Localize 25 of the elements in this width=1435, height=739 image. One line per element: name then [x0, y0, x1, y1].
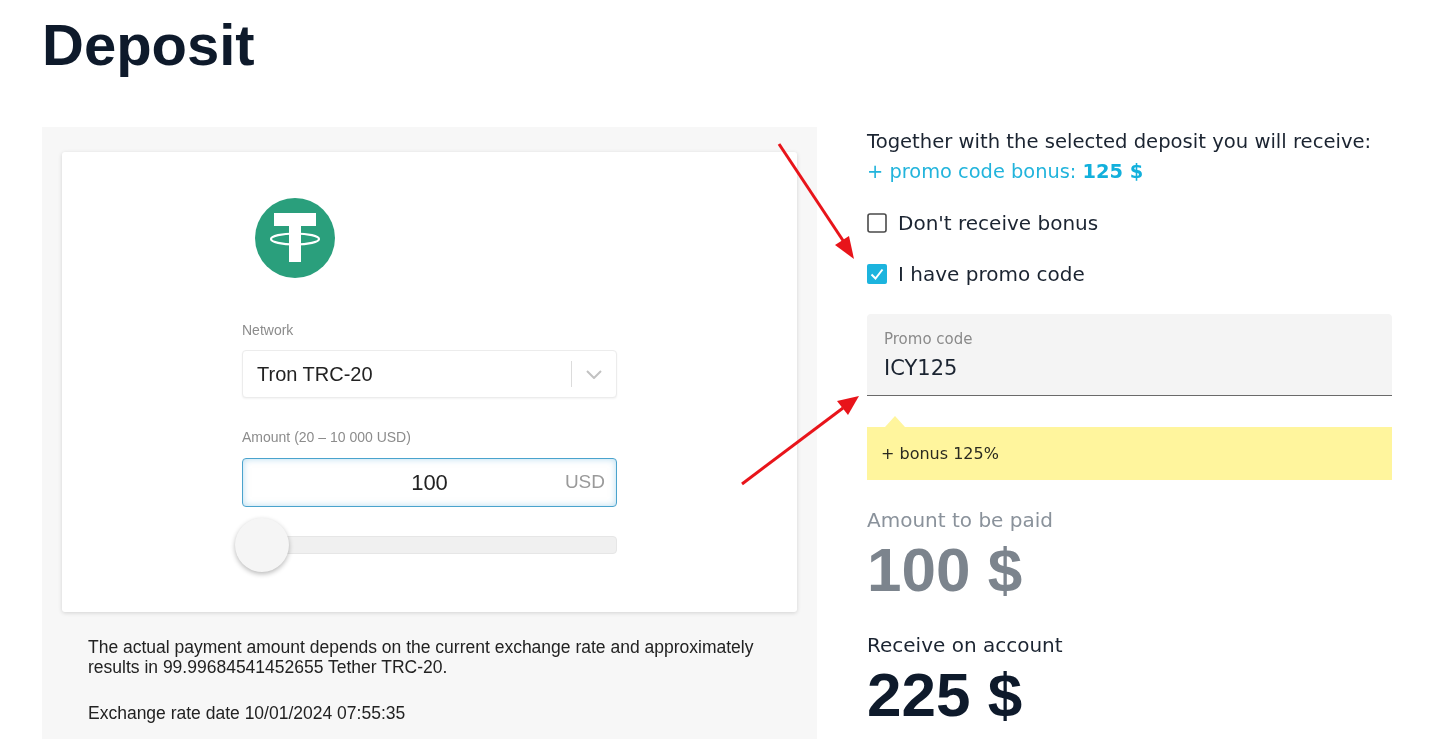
promo-code-field[interactable]: Promo code ICY125 — [867, 314, 1392, 396]
rate-note: The actual payment amount depends on the current exchange rate and approximately results in 99.99684541452655 Tether TRC-20. — [87, 637, 755, 677]
option-label: I have promo code — [898, 261, 1085, 288]
network-select[interactable]: Tron TRC-20 — [242, 350, 617, 398]
rate-note: Exchange rate date 10/01/2024 07:55:35 — [87, 703, 407, 723]
checkbox[interactable] — [867, 213, 887, 233]
checkbox[interactable] — [867, 264, 887, 284]
field-label: Amount (20 – 10 000 USD) — [242, 428, 411, 446]
currency-suffix: USD — [564, 470, 605, 494]
promo-bonus-text: + promo code bonus: 125 $ — [867, 159, 1144, 185]
option-label: Don't receive bonus — [898, 210, 1099, 237]
slider-thumb[interactable] — [235, 518, 289, 572]
field-label: Promo code — [884, 329, 973, 349]
tether-coin-icon — [255, 198, 335, 278]
total-label: Amount to be paid — [867, 507, 1053, 534]
page-title: Deposit — [42, 11, 255, 79]
total-amount: 100 $ — [867, 538, 1023, 602]
bonus-intro: Together with the selected deposit you will receive: — [867, 129, 1372, 155]
promo-code-input[interactable]: ICY125 — [884, 355, 1084, 381]
bonus-hint: + bonus 125% — [867, 416, 1392, 480]
chevron-down-icon — [586, 369, 602, 379]
total-amount: 225 $ — [867, 663, 1023, 727]
total-label: Receive on account — [867, 632, 1063, 659]
field-label: Network — [242, 321, 294, 339]
slider-track[interactable] — [235, 518, 617, 572]
